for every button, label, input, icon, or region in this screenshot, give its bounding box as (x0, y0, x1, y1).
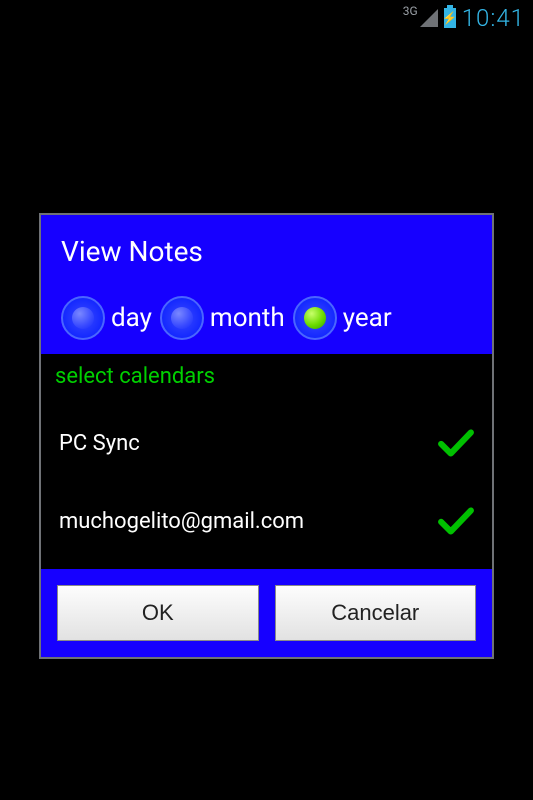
radio-icon (160, 296, 204, 340)
signal-icon (420, 9, 438, 27)
clock-time: 10:41 (462, 4, 525, 32)
cancel-button[interactable]: Cancelar (275, 585, 477, 641)
calendar-name: muchogelito@gmail.com (59, 509, 304, 534)
radio-day[interactable]: day (61, 296, 152, 340)
dialog-title: View Notes (61, 235, 472, 268)
calendar-item[interactable]: muchogelito@gmail.com (55, 491, 478, 551)
radio-month[interactable]: month (160, 296, 285, 340)
radio-year[interactable]: year (293, 296, 392, 340)
view-mode-radio-group: day month year (61, 296, 472, 340)
checkmark-icon (438, 429, 474, 457)
radio-label: month (210, 303, 285, 333)
radio-label: year (343, 303, 392, 333)
select-calendars-label: select calendars (55, 364, 478, 389)
battery-charging-icon: ⚡ (444, 8, 456, 28)
dialog-body: select calendars PC Sync muchogelito@gma… (41, 354, 492, 569)
ok-button[interactable]: OK (57, 585, 259, 641)
lightning-icon: ⚡ (442, 12, 457, 24)
network-type-label: 3G (403, 4, 418, 18)
radio-icon (61, 296, 105, 340)
dialog-footer: OK Cancelar (41, 569, 492, 657)
calendar-item[interactable]: PC Sync (55, 413, 478, 473)
calendar-name: PC Sync (59, 431, 140, 456)
view-notes-dialog: View Notes day month year select calenda… (39, 213, 494, 659)
status-bar: 3G ⚡ 10:41 (0, 0, 533, 36)
dialog-header: View Notes day month year (41, 215, 492, 354)
radio-icon (293, 296, 337, 340)
radio-label: day (111, 303, 152, 333)
checkmark-icon (438, 507, 474, 535)
